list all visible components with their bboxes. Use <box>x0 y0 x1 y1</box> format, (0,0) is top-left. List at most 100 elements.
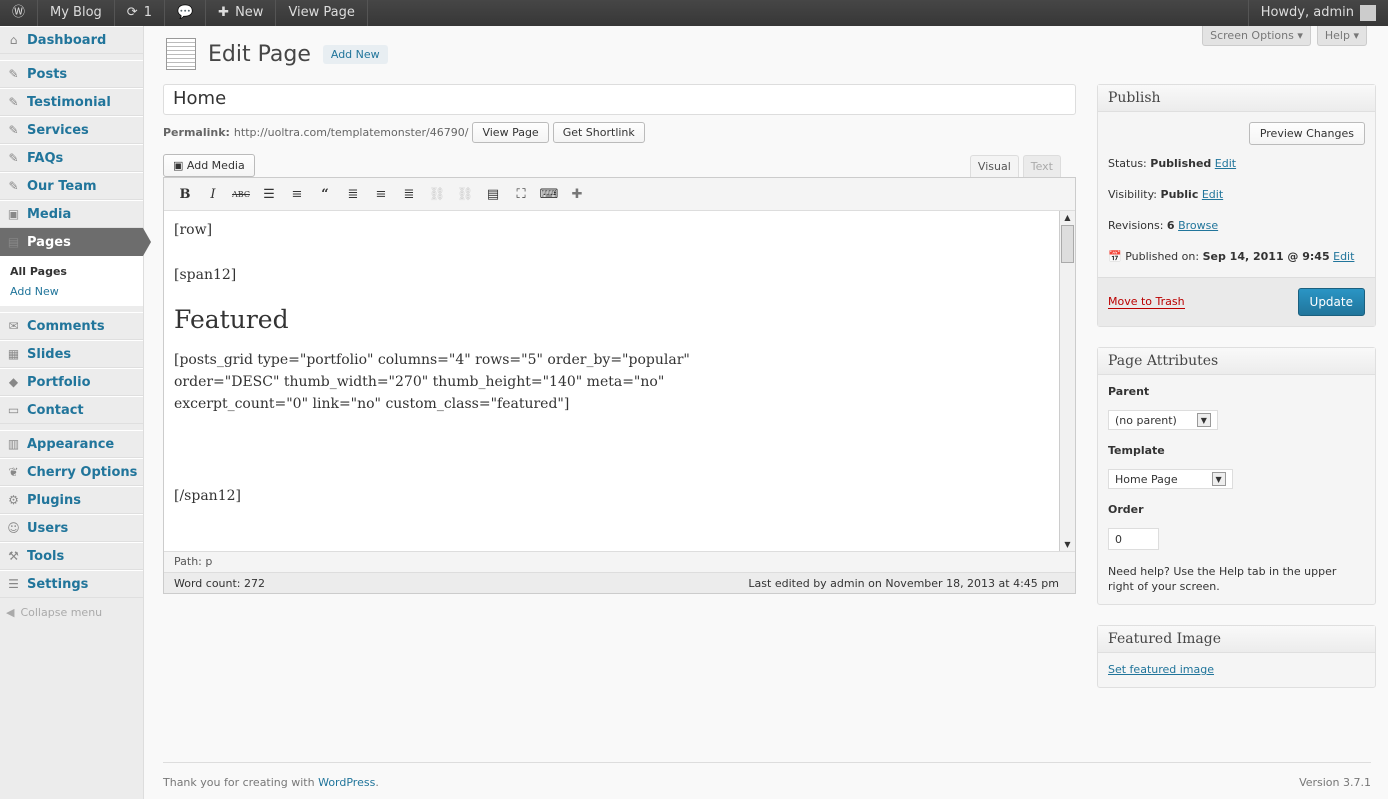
featured-image-title: Featured Image <box>1098 626 1375 653</box>
sidebar-item-settings[interactable]: ☰ Settings <box>0 570 143 598</box>
sidebar-item-testimonial[interactable]: ✎ Testimonial <box>0 88 143 116</box>
wordpress-logo-icon[interactable]: Ⓦ <box>0 0 39 26</box>
tab-visual[interactable]: Visual <box>969 155 1019 177</box>
numbered-list-icon[interactable]: ≡ <box>286 183 308 205</box>
calendar-icon: 📅 <box>1108 250 1122 263</box>
faqs-icon: ✎ <box>8 151 19 165</box>
new-content-link[interactable]: ✚ New <box>206 0 277 26</box>
align-right-icon[interactable]: ≣ <box>398 183 420 205</box>
template-value: Home Page <box>1115 472 1178 486</box>
sidebar-item-slides[interactable]: ▦ Slides <box>0 340 143 368</box>
link-icon[interactable]: ⛓ <box>426 183 448 205</box>
sidebar-item-plugins[interactable]: ⚙ Plugins <box>0 486 143 514</box>
parent-select[interactable]: (no parent) ▼ <box>1108 410 1218 430</box>
order-input[interactable]: 0 <box>1108 528 1159 550</box>
edit-visibility-link[interactable]: Edit <box>1202 188 1223 201</box>
add-media-label: Add Media <box>186 159 245 172</box>
sidebar-item-portfolio[interactable]: ◆ Portfolio <box>0 368 143 396</box>
kitchen-sink-icon[interactable]: ⌨ <box>538 183 560 205</box>
status-value: Published <box>1150 157 1212 170</box>
collapse-menu-button[interactable]: ◀ Collapse menu <box>0 598 143 627</box>
update-button[interactable]: Update <box>1297 288 1365 316</box>
sidebar-item-label: Services <box>27 122 89 138</box>
paragraph: [row] <box>174 222 213 238</box>
view-page-link[interactable]: View Page <box>276 0 368 26</box>
footer-thanks: Thank you for creating with WordPress. <box>163 776 379 789</box>
paragraph: [posts_grid type="portfolio" columns="4"… <box>174 352 690 412</box>
parent-value: (no parent) <box>1115 413 1177 427</box>
permalink-label: Permalink: <box>163 126 230 139</box>
bullet-list-icon[interactable]: ☰ <box>258 183 280 205</box>
view-page-button[interactable]: View Page <box>472 122 549 143</box>
sidebar-item-users[interactable]: ☺ Users <box>0 514 143 542</box>
sidebar-item-contact[interactable]: ▭ Contact <box>0 396 143 424</box>
our-team-icon: ✎ <box>8 179 19 193</box>
scroll-thumb[interactable] <box>1061 225 1074 263</box>
plugins-icon: ⚙ <box>8 493 19 507</box>
comments-icon[interactable]: 💬 <box>165 0 207 26</box>
revisions-count: 6 <box>1166 219 1175 232</box>
updates-link[interactable]: ⟳ 1 <box>115 0 165 26</box>
align-left-icon[interactable]: ≣ <box>342 183 364 205</box>
sidebar-item-label: Dashboard <box>27 32 107 48</box>
align-center-icon[interactable]: ≡ <box>370 183 392 205</box>
help-button[interactable]: Help ▾ <box>1316 26 1367 46</box>
pages-icon: ▤ <box>7 235 20 249</box>
tools-icon: ⚒ <box>8 549 19 563</box>
sidebar-item-media[interactable]: ▣ Media <box>0 200 143 228</box>
services-icon: ✎ <box>8 123 19 137</box>
add-new-button[interactable]: Add New <box>322 44 388 64</box>
shortcode-plugin-icon[interactable]: ✚ <box>566 183 588 205</box>
permalink-url[interactable]: http://uoltra.com/templatemonster/46790/ <box>234 126 469 139</box>
editor-scrollbar[interactable]: ▲ ▼ <box>1059 211 1075 551</box>
admin-menu: ⌂ Dashboard ✎ Posts ✎ Testimonial ✎ Services ✎ FA… <box>0 26 151 799</box>
scroll-down-icon[interactable]: ▼ <box>1061 538 1074 551</box>
browse-revisions-link[interactable]: Browse <box>1178 219 1218 232</box>
sidebar-item-pages[interactable]: ▤ Pages <box>0 228 151 256</box>
tab-text[interactable]: Text <box>1022 155 1061 177</box>
sidebar-item-services[interactable]: ✎ Services <box>0 116 143 144</box>
submenu-all-pages[interactable]: All Pages <box>10 262 143 282</box>
move-to-trash-link[interactable]: Move to Trash <box>1108 295 1185 309</box>
italic-icon[interactable]: I <box>202 183 224 205</box>
sidebar-item-comments[interactable]: ✉ Comments <box>0 312 143 340</box>
fullscreen-icon[interactable]: ⛶ <box>510 183 532 205</box>
updates-count: 1 <box>143 5 152 20</box>
more-tag-icon[interactable]: ▤ <box>482 183 504 205</box>
my-account[interactable]: Howdy, admin <box>1247 0 1388 26</box>
strikethrough-icon[interactable]: ABC <box>230 183 252 205</box>
sidebar-item-our-team[interactable]: ✎ Our Team <box>0 172 143 200</box>
refresh-icon: ⟳ <box>126 5 138 20</box>
template-label: Template <box>1108 444 1165 457</box>
title-input[interactable]: Home <box>163 84 1076 115</box>
submenu-add-new[interactable]: Add New <box>10 282 143 302</box>
edit-status-link[interactable]: Edit <box>1215 157 1236 170</box>
sidebar-item-label: Pages <box>27 234 71 250</box>
sidebar-item-label: Portfolio <box>27 374 91 390</box>
preview-changes-button[interactable]: Preview Changes <box>1248 122 1365 145</box>
screen-options-button[interactable]: Screen Options ▾ <box>1202 26 1311 46</box>
sidebar-item-cherry-options[interactable]: ❦ Cherry Options <box>0 458 143 486</box>
wordpress-link[interactable]: WordPress <box>318 776 375 789</box>
set-featured-image-link[interactable]: Set featured image <box>1108 663 1214 676</box>
edit-date-link[interactable]: Edit <box>1333 250 1354 263</box>
editor-content[interactable]: [row] [span12] Featured [posts_grid type… <box>164 211 1075 551</box>
get-shortlink-button[interactable]: Get Shortlink <box>552 122 645 143</box>
sidebar-item-faqs[interactable]: ✎ FAQs <box>0 144 143 172</box>
sidebar-item-appearance[interactable]: ▥ Appearance <box>0 430 143 458</box>
bold-icon[interactable]: B <box>174 183 196 205</box>
heading: Featured <box>174 305 289 334</box>
sidebar-item-label: Media <box>27 206 72 222</box>
posts-icon: ✎ <box>8 67 19 81</box>
add-media-button[interactable]: ▣ Add Media <box>163 154 255 177</box>
unlink-icon[interactable]: ⛓ <box>454 183 476 205</box>
blockquote-icon[interactable]: “ <box>314 183 336 205</box>
sidebar-item-dashboard[interactable]: ⌂ Dashboard <box>0 26 143 54</box>
admin-bar: Ⓦ My Blog ⟳ 1 💬 ✚ New View Page Howdy, adm… <box>0 0 1388 26</box>
content-editor: B I ABC ☰ ≡ “ ≣ ≡ ≣ ⛓ ⛓ ▤ ⛶ ⌨ ✚ [row] [s… <box>163 177 1076 594</box>
scroll-up-icon[interactable]: ▲ <box>1061 211 1074 224</box>
template-select[interactable]: Home Page ▼ <box>1108 469 1233 489</box>
sidebar-item-posts[interactable]: ✎ Posts <box>0 60 143 88</box>
sidebar-item-tools[interactable]: ⚒ Tools <box>0 542 143 570</box>
site-name-link[interactable]: My Blog <box>38 0 115 26</box>
